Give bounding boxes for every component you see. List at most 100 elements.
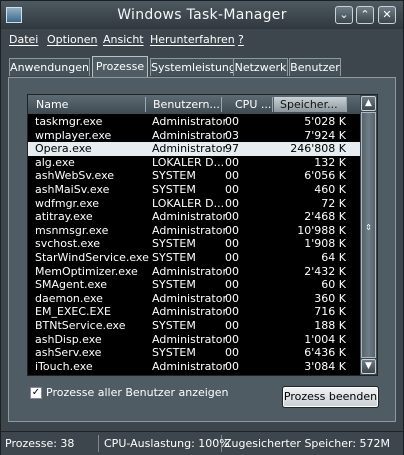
- process-cpu: 00: [225, 115, 239, 128]
- tab-netzwerk[interactable]: Netzwerk: [233, 58, 288, 76]
- process-row[interactable]: iTouch.exe Administrator 00 3'084 K: [28, 360, 360, 374]
- process-name: StarWindService.exe: [35, 251, 149, 264]
- scroll-up-button[interactable]: ▲: [361, 96, 376, 111]
- process-cpu: 00: [225, 264, 239, 278]
- scroll-thumb[interactable]: ⇕: [361, 112, 376, 358]
- process-row[interactable]: ashDisp.exe Administrator 00 1'004 K: [28, 333, 360, 347]
- menu-herunterfahren[interactable]: Herunterfahren: [150, 33, 235, 46]
- chevron-down-icon: ▼: [365, 361, 372, 371]
- process-user: LOKALER D...: [152, 196, 225, 210]
- process-row[interactable]: ashWebSv.exe SYSTEM 00 6'056 K: [28, 169, 360, 183]
- process-name: wdfmgr.exe: [35, 196, 100, 210]
- process-name: ashMaiSv.exe: [35, 183, 110, 196]
- maximize-button[interactable]: ⌃: [356, 6, 374, 24]
- process-row[interactable]: ashServ.exe SYSTEM 00 6'436 K: [28, 346, 360, 360]
- process-row[interactable]: EM_EXEC.EXE Administrator 00 716 K: [28, 305, 360, 319]
- checkmark-icon: ✓: [31, 387, 41, 398]
- process-name: ashDisp.exe: [35, 332, 102, 346]
- process-user: SYSTEM: [152, 169, 196, 183]
- process-row[interactable]: ashMaiSv.exe SYSTEM 00 460 K: [28, 183, 360, 197]
- tab-anwendungen[interactable]: Anwendungen: [9, 58, 90, 76]
- process-user: SYSTEM: [152, 237, 196, 251]
- process-cpu: 00: [225, 237, 239, 251]
- process-row[interactable]: wdfmgr.exe LOKALER D... 00 72 K: [28, 197, 360, 211]
- vertical-scrollbar[interactable]: ▲ ⇕ ▼: [360, 95, 377, 375]
- menu-ansicht[interactable]: Ansicht: [103, 33, 144, 46]
- process-row[interactable]: SMAgent.exe SYSTEM 00 60 K: [28, 278, 360, 292]
- process-row[interactable]: StarWindService.exe SYSTEM 00 64 K: [28, 251, 360, 265]
- grip-icon: ⇕: [365, 223, 372, 232]
- chevron-down-icon: ⌄: [339, 8, 349, 21]
- process-name: BTNtService.exe: [35, 319, 126, 332]
- process-user: SYSTEM: [152, 251, 196, 264]
- end-process-button[interactable]: Prozess beenden: [282, 386, 379, 408]
- process-cpu: 00: [225, 291, 239, 305]
- column-user[interactable]: Benutzern...: [147, 97, 222, 112]
- process-name: iTouch.exe: [35, 359, 93, 373]
- process-memory: 6'056 K: [304, 169, 346, 183]
- title-bar[interactable]: Windows Task-Manager ⌄ ⌃ ✕: [1, 1, 403, 29]
- tab-benutzer[interactable]: Benutzer: [289, 58, 341, 76]
- menu-optionen[interactable]: Optionen: [47, 33, 97, 46]
- process-user: Administrator: [152, 223, 227, 237]
- process-cpu: 00: [225, 196, 239, 210]
- column-name[interactable]: Name: [30, 97, 146, 112]
- process-name: msnmsgr.exe: [35, 223, 109, 237]
- task-manager-window: Windows Task-Manager ⌄ ⌃ ✕ Datei Optione…: [0, 0, 404, 455]
- process-cpu: 00: [225, 169, 239, 183]
- tab-prozesse[interactable]: Prozesse: [92, 56, 148, 78]
- column-cpu[interactable]: CPU ...: [229, 97, 273, 112]
- process-user: Administrator: [152, 115, 227, 128]
- minimize-button[interactable]: ⌄: [335, 6, 353, 24]
- process-list[interactable]: Name Benutzern... CPU ... Speicher... ta…: [27, 94, 378, 376]
- process-memory: 5'028 K: [304, 115, 346, 128]
- process-name: MemOptimizer.exe: [35, 264, 138, 278]
- process-name: EM_EXEC.EXE: [35, 305, 111, 319]
- process-name: SMAgent.exe: [35, 278, 108, 292]
- process-row[interactable]: svchost.exe SYSTEM 00 1'908 K: [28, 237, 360, 251]
- process-memory: 132 K: [314, 155, 346, 169]
- process-user: Administrator: [152, 332, 227, 346]
- process-row[interactable]: atitray.exe Administrator 00 2'468 K: [28, 210, 360, 224]
- process-user: Administrator: [152, 142, 227, 156]
- close-icon: ✕: [382, 8, 392, 21]
- process-memory: 2'432 K: [304, 264, 346, 278]
- process-user: Administrator: [152, 359, 227, 373]
- process-row[interactable]: taskmgr.exe Administrator 00 5'028 K: [28, 115, 360, 129]
- tab-systemleistung[interactable]: Systemleistung: [150, 58, 236, 76]
- process-row[interactable]: BTNtService.exe SYSTEM 00 188 K: [28, 319, 360, 333]
- process-memory: 716 K: [314, 305, 346, 319]
- menu-help[interactable]: ?: [238, 33, 244, 46]
- process-name: alg.exe: [35, 155, 75, 169]
- process-row[interactable]: daemon.exe Administrator 00 360 K: [28, 292, 360, 306]
- process-user: SYSTEM: [152, 346, 196, 360]
- close-button[interactable]: ✕: [378, 6, 396, 24]
- process-row[interactable]: Opera.exe Administrator 97 246'808 K: [28, 142, 360, 157]
- process-memory: 10'988 K: [297, 223, 346, 237]
- process-row[interactable]: msnmsgr.exe Administrator 00 10'988 K: [28, 224, 360, 238]
- process-user: Administrator: [152, 264, 227, 278]
- process-row[interactable]: MemOptimizer.exe Administrator 00 2'432 K: [28, 265, 360, 279]
- process-memory: 7'924 K: [304, 128, 346, 142]
- process-user: Administrator: [152, 128, 227, 142]
- process-user: Administrator: [152, 210, 227, 224]
- menu-datei[interactable]: Datei: [9, 33, 38, 46]
- process-user: SYSTEM: [152, 183, 196, 196]
- process-cpu: 00: [225, 332, 239, 346]
- process-cpu: 00: [225, 319, 239, 332]
- status-commit: Zugesicherter Speicher: 572M: [224, 437, 391, 450]
- scroll-down-button[interactable]: ▼: [361, 359, 376, 374]
- process-memory: 64 K: [321, 251, 346, 264]
- column-memory[interactable]: Speicher...: [274, 97, 347, 112]
- process-memory: 1'908 K: [304, 237, 346, 251]
- process-memory: 1'004 K: [304, 332, 346, 346]
- process-row[interactable]: alg.exe LOKALER D... 00 132 K: [28, 156, 360, 170]
- process-user: Administrator: [152, 291, 227, 305]
- process-name: ashServ.exe: [35, 346, 102, 360]
- process-name: ashWebSv.exe: [35, 169, 115, 183]
- process-row[interactable]: wmplayer.exe Administrator 03 7'924 K: [28, 129, 360, 143]
- process-cpu: 00: [225, 346, 239, 360]
- show-all-users-checkbox[interactable]: ✓: [30, 387, 42, 399]
- process-name: daemon.exe: [35, 291, 103, 305]
- process-cpu: 00: [225, 359, 239, 373]
